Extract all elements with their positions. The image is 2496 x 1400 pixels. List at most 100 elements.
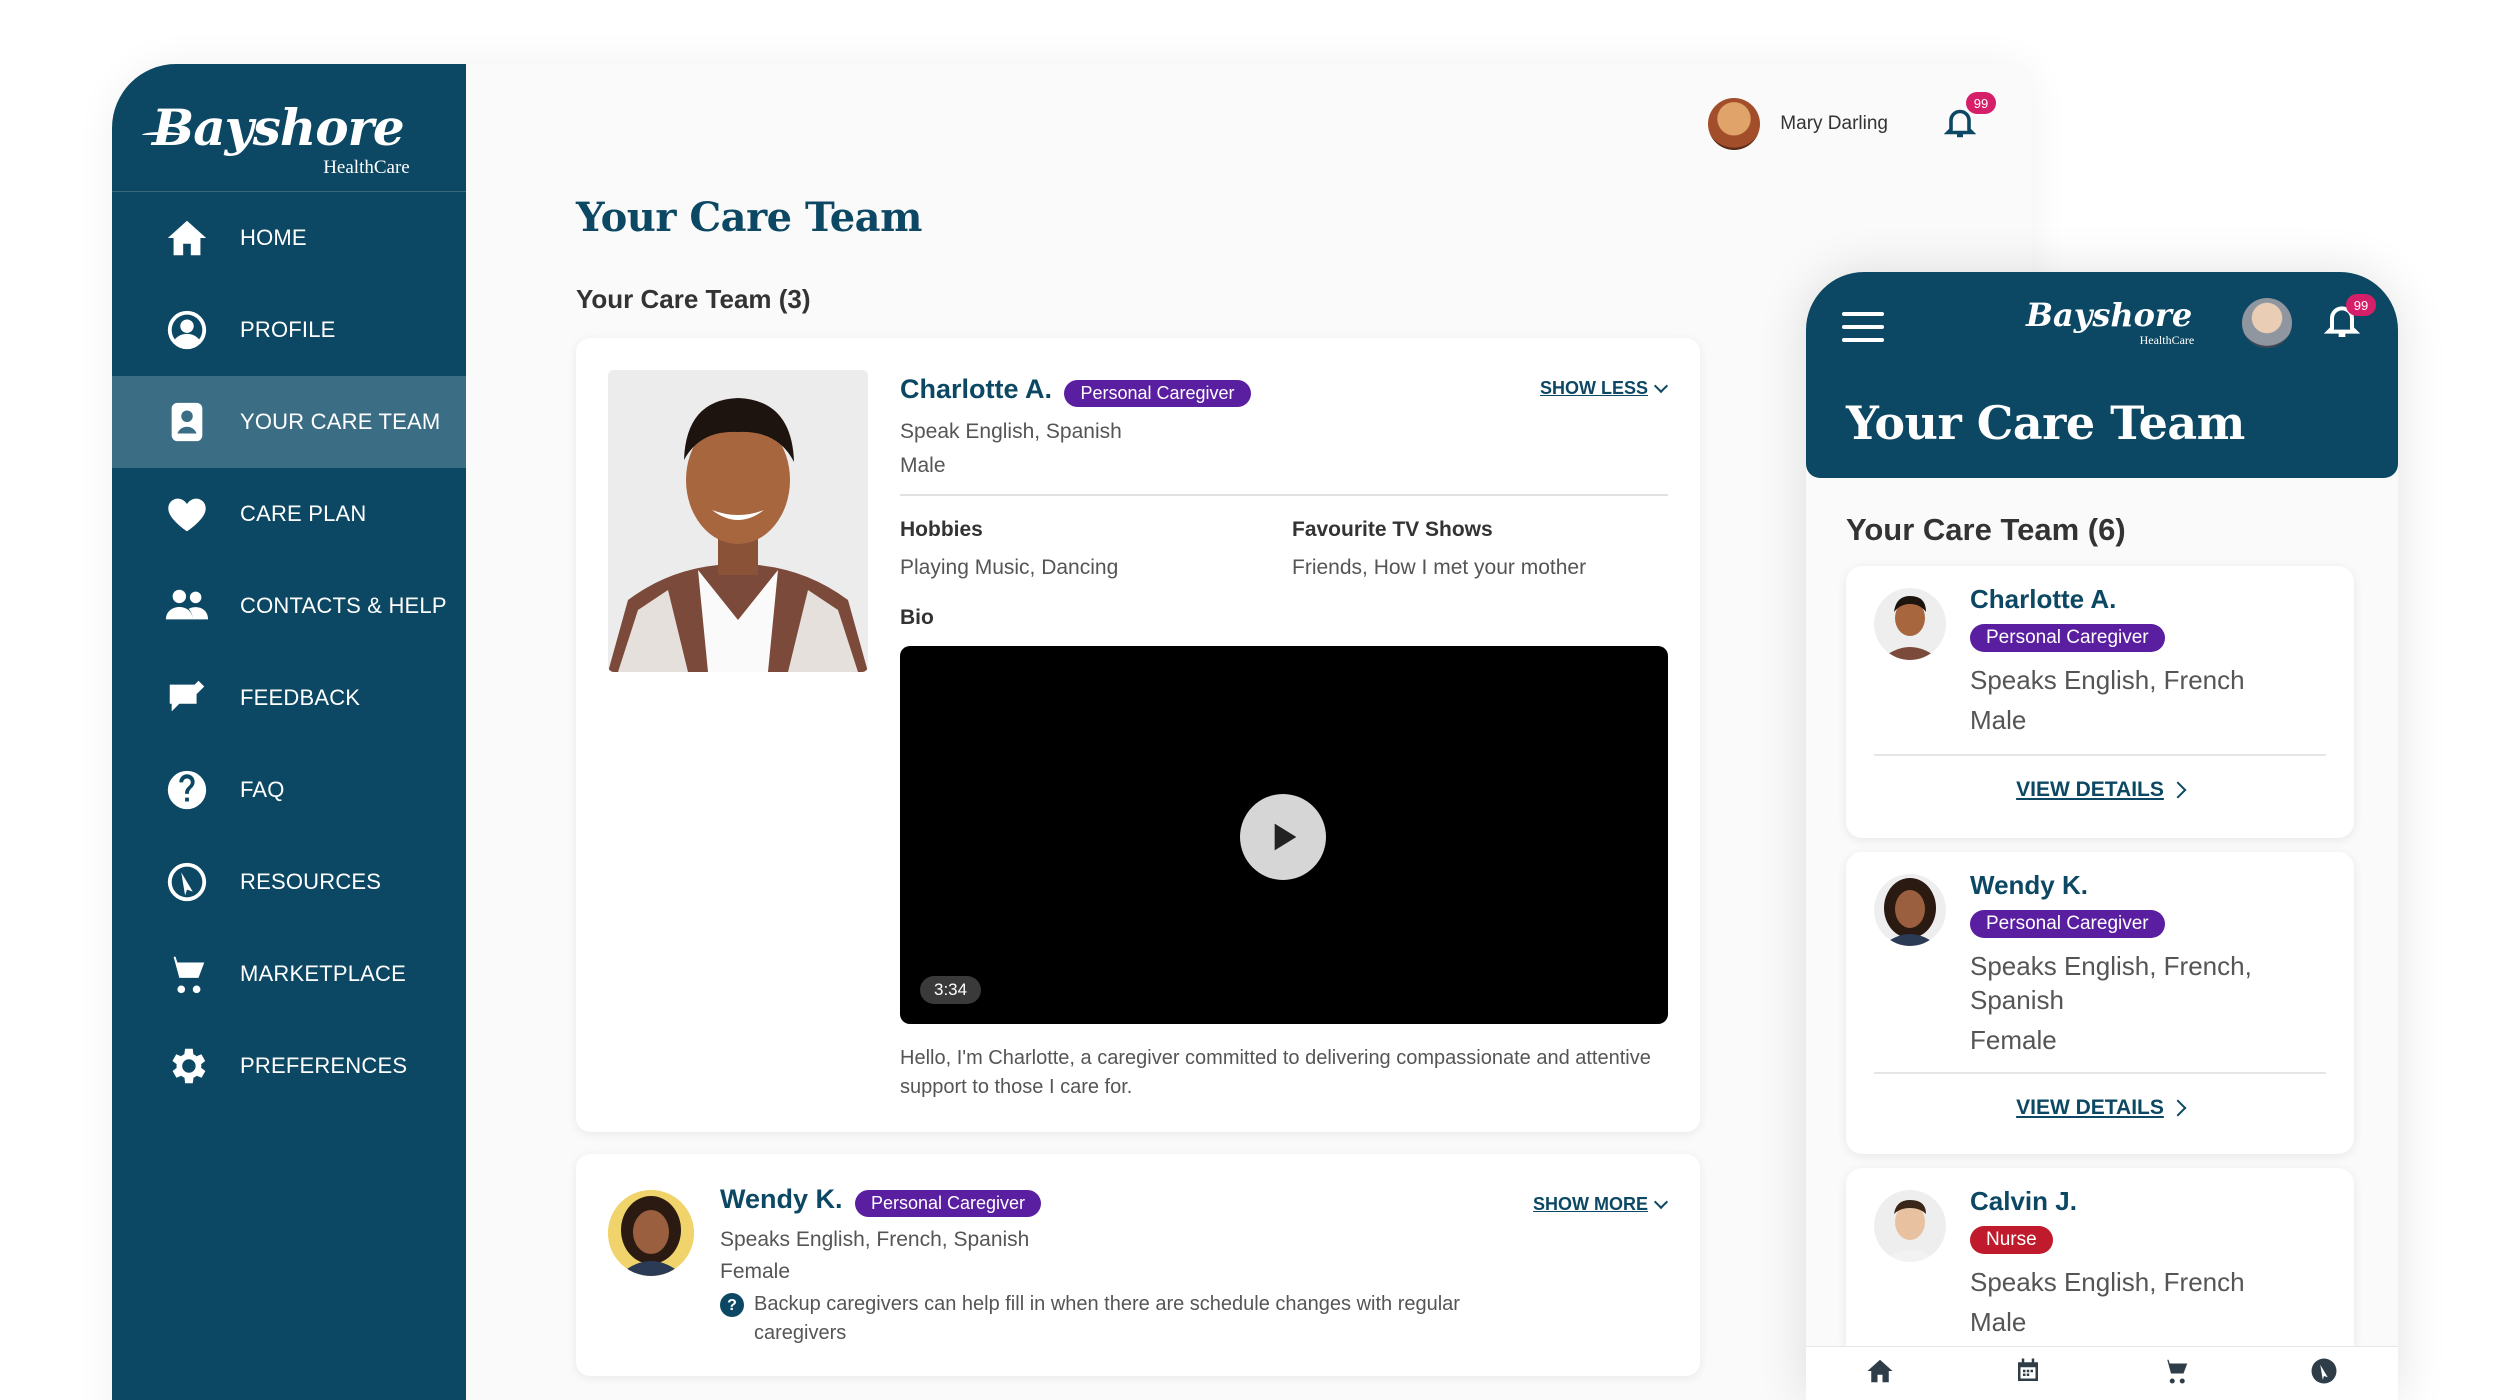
mobile-header: Bayshore HealthCare 99 Your Care Team [1806,272,2398,478]
hamburger-menu-icon[interactable] [1842,312,1884,342]
caregiver-gender: Male [1970,705,2027,735]
view-details-label: VIEW DETAILS [2016,1096,2164,1119]
divider [900,494,1668,496]
logo-brand: Bayshore [152,98,405,157]
info-question-icon[interactable]: ? [720,1293,744,1317]
screenshot-stage: Bayshore HealthCare HOME PROFILE YOUR CA… [0,0,2496,1400]
caregiver-languages: Speaks English, French [1970,1267,2245,1297]
sidebar-item-resources[interactable]: RESOURCES [112,836,466,928]
sidebar-logo-area: Bayshore HealthCare [112,64,466,192]
caregiver-card: Wendy K. Personal Caregiver Speaks Engli… [1846,852,2354,1154]
gear-icon [162,1041,212,1091]
caregiver-gender: Female [1970,1025,2057,1055]
avatar[interactable] [2242,298,2292,348]
caregiver-avatar [1874,588,1946,660]
bayshore-logo[interactable]: Bayshore HealthCare [142,98,410,178]
section-title: Your Care Team (6) [1846,512,2126,547]
logo-swoosh [142,132,182,138]
compass-icon[interactable] [2309,1356,2339,1391]
user-name[interactable]: Mary Darling [1780,113,1888,135]
caregiver-languages: Speaks English, French, Spanish [720,1228,1030,1251]
notification-count-badge: 99 [2346,294,2376,316]
show-less-link[interactable]: SHOW LESS [1539,378,1669,399]
hobbies-label: Hobbies [900,518,983,541]
view-details-link[interactable]: VIEW DETAILS [2016,1096,2187,1120]
sidebar-item-label: PROFILE [240,317,336,342]
backup-caregiver-note: ? Backup caregivers can help fill in whe… [720,1290,1480,1348]
cart-icon[interactable] [2161,1356,2191,1391]
page-title: Your Care Team [1846,396,2245,450]
caregiver-name[interactable]: Wendy K. [720,1184,843,1214]
care-team-icon [162,397,212,447]
sidebar-item-label: RESOURCES [240,869,382,894]
home-icon[interactable] [1865,1356,1895,1391]
sidebar-item-label: CARE PLAN [240,501,367,526]
caregiver-card: Charlotte A. Personal Caregiver Speaks E… [1846,566,2354,838]
sidebar: Bayshore HealthCare HOME PROFILE YOUR CA… [112,64,466,1400]
caregiver-card-expanded: Charlotte A. Personal Caregiver SHOW LES… [576,338,1700,1132]
notifications-button[interactable]: 99 [2322,294,2376,340]
sidebar-item-label: YOUR CARE TEAM [240,409,441,434]
bio-label: Bio [900,606,934,629]
role-badge: Personal Caregiver [1970,910,2165,938]
sidebar-item-faq[interactable]: FAQ [112,744,466,836]
sidebar-item-label: FEEDBACK [240,685,361,710]
bayshore-logo[interactable]: Bayshore HealthCare [2026,296,2194,347]
contacts-icon [162,581,212,631]
sidebar-item-label: PREFERENCES [240,1053,408,1078]
sidebar-item-care-plan[interactable]: CARE PLAN [112,468,466,560]
caregiver-languages: Speak English, Spanish [900,420,1122,443]
logo-brand: Bayshore [2026,296,2193,334]
sidebar-item-feedback[interactable]: FEEDBACK [112,652,466,744]
divider [1874,1072,2326,1074]
show-more-label: SHOW MORE [1533,1194,1648,1214]
sidebar-item-your-care-team[interactable]: YOUR CARE TEAM [112,376,466,468]
sidebar-item-contacts-help[interactable]: CONTACTS & HELP [112,560,466,652]
bio-text: Hello, I'm Charlotte, a caregiver commit… [900,1047,1651,1098]
divider [1874,754,2326,756]
top-bar: Mary Darling 99 [1332,64,2032,184]
chevron-right-icon [2169,781,2187,799]
caregiver-name[interactable]: Wendy K. [1970,870,2088,901]
sidebar-nav: HOME PROFILE YOUR CARE TEAM CARE PLAN CO… [112,192,466,1112]
caregiver-gender: Male [900,454,946,477]
compass-icon [162,857,212,907]
notifications-button[interactable]: 99 [1942,92,1996,144]
show-more-link[interactable]: SHOW MORE [1533,1194,1669,1215]
feedback-icon [162,673,212,723]
sidebar-item-label: FAQ [240,777,285,802]
caregiver-languages: Speaks English, French [1970,665,2245,695]
play-icon [1274,823,1297,851]
sidebar-item-preferences[interactable]: PREFERENCES [112,1020,466,1112]
tv-shows-value: Friends, How I met your mother [1292,556,1587,579]
view-details-label: VIEW DETAILS [2016,778,2164,801]
logo-sub: HealthCare [323,157,410,178]
play-button[interactable] [1240,794,1326,880]
caregiver-avatar [1874,874,1946,946]
role-badge: Personal Caregiver [1064,380,1251,408]
caregiver-languages-line-1: Speaks English, French, [1970,951,2252,981]
sidebar-item-label: HOME [240,225,307,250]
show-less-label: SHOW LESS [1539,378,1648,398]
caregiver-gender: Female [720,1260,791,1283]
avatar[interactable] [1708,98,1761,150]
caregiver-name[interactable]: Charlotte A. [1970,584,2116,615]
home-icon [162,213,212,263]
heart-icon [162,489,212,539]
caregiver-card: Calvin J. Nurse Speaks English, French M… [1846,1168,2354,1358]
sidebar-item-home[interactable]: HOME [112,192,466,284]
notification-count-badge: 99 [1966,92,1996,114]
caregiver-avatar [1874,1190,1946,1262]
page-title: Your Care Team [576,194,922,241]
sidebar-item-profile[interactable]: PROFILE [112,284,466,376]
backup-caregiver-note-text: Backup caregivers can help fill in when … [754,1293,1460,1344]
bio-video-player[interactable]: 3:34 [900,646,1668,1024]
desktop-app-window: Bayshore HealthCare HOME PROFILE YOUR CA… [112,64,2032,1400]
sidebar-item-marketplace[interactable]: MARKETPLACE [112,928,466,1020]
mobile-app-screen: Bayshore HealthCare 99 Your Care Team Yo… [1806,272,2398,1400]
calendar-icon[interactable] [2013,1356,2043,1391]
caregiver-name[interactable]: Calvin J. [1970,1186,2077,1217]
caregiver-name[interactable]: Charlotte A. [900,374,1052,404]
role-badge: Nurse [1970,1226,2053,1254]
view-details-link[interactable]: VIEW DETAILS [2016,778,2187,802]
